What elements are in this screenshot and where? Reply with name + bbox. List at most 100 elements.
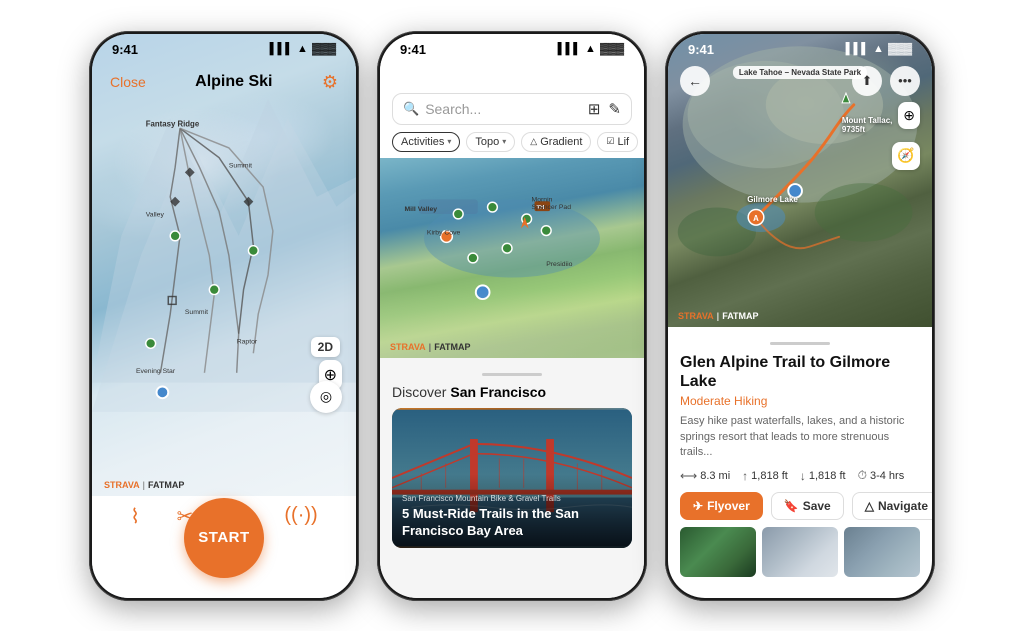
svg-text:Valley: Valley xyxy=(146,211,165,218)
svg-text:Fantasy Ridge: Fantasy Ridge xyxy=(146,119,200,128)
svg-text:Summit: Summit xyxy=(185,309,208,316)
ski-trails-svg: Fantasy Ridge Summit Summit Valley Eveni… xyxy=(92,34,356,496)
layers-button-2[interactable]: ⊕ xyxy=(898,102,920,129)
save-label: Save xyxy=(803,499,831,513)
route-icon[interactable]: ⌇ xyxy=(130,504,140,529)
phone-alpine-ski: 9:41 ▌▌▌ ▲ ▓▓▓ Close Alpine Ski ⚙ xyxy=(89,31,359,601)
fatmap-label-1: FATMAP xyxy=(148,480,184,490)
trail-card-overlay: San Francisco Mountain Bike & Gravel Tra… xyxy=(392,474,632,548)
back-button[interactable]: ← xyxy=(680,66,710,96)
trail-thumb-3[interactable] xyxy=(844,527,920,577)
signal-icon-2: ▌▌▌ xyxy=(558,43,581,55)
svg-text:Summit: Summit xyxy=(229,162,252,169)
phone3-info: Glen Alpine Trail to Gilmore Lake Modera… xyxy=(668,327,932,598)
svg-text:Evening Star: Evening Star xyxy=(136,367,176,374)
topo-filter[interactable]: Topo ▾ xyxy=(466,132,515,152)
wifi-signal-icon[interactable]: ((·)) xyxy=(284,504,317,529)
elevation-gain-icon: ↑ xyxy=(742,469,748,483)
trail-thumb-1[interactable] xyxy=(680,527,756,577)
drag-handle-3[interactable] xyxy=(770,342,830,345)
activities-arrow: ▾ xyxy=(447,137,451,146)
elevation-loss-icon: ↓ xyxy=(800,469,806,483)
layers-icon[interactable]: ⊞ xyxy=(588,100,601,118)
logo-divider-2: | xyxy=(429,342,432,352)
strava-label-3: STRAVA xyxy=(678,311,714,321)
phone-san-francisco: 9:41 ▌▌▌ ▲ ▓▓▓ 🔍 Search... ⊞ ✎ xyxy=(377,31,647,601)
phone1-header: Close Alpine Ski ⚙ xyxy=(92,34,356,101)
phone2-header: 🔍 Search... ⊞ ✎ Activities ▾ Topo ▾ xyxy=(380,61,644,158)
svg-text:Spencer Pad: Spencer Pad xyxy=(532,204,572,211)
strava-fatmap-logo-1: STRAVA | FATMAP xyxy=(104,480,184,490)
phone-glen-alpine: 9:41 ▌▌▌ ▲ ▓▓▓ xyxy=(665,31,935,601)
search-bar[interactable]: 🔍 Search... ⊞ ✎ xyxy=(392,93,632,125)
phone3-map[interactable]: A Mount Tallac, 9735ft Gilmore Lake STRA… xyxy=(668,34,932,327)
stat-elevation-loss: ↓ 1,818 ft xyxy=(800,468,846,483)
strava-fatmap-logo-2: STRAVA | FATMAP xyxy=(390,342,471,352)
search-input[interactable]: Search... xyxy=(425,101,582,117)
compass-button[interactable]: 🧭 xyxy=(892,142,920,170)
sf-map[interactable]: TH Mill Valley Mornin Spencer Pad Kirby … xyxy=(380,158,644,358)
time-icon: ⏱ xyxy=(858,468,867,483)
trail-thumbnails xyxy=(680,527,920,577)
navigate-button[interactable]: △ Navigate xyxy=(852,492,932,520)
wifi-icon-3: ▲ xyxy=(873,43,884,55)
screenshot-container: 9:41 ▌▌▌ ▲ ▓▓▓ Close Alpine Ski ⚙ xyxy=(0,0,1024,631)
fatmap-label-3: FATMAP xyxy=(722,311,758,321)
svg-text:Raptor: Raptor xyxy=(237,338,258,345)
gear-icon[interactable]: ⚙ xyxy=(322,72,338,93)
gradient-filter[interactable]: △ Gradient xyxy=(521,132,591,152)
close-button[interactable]: Close xyxy=(110,74,146,90)
svg-text:Kirby Cove: Kirby Cove xyxy=(427,229,461,236)
status-bar-3: 9:41 ▌▌▌ ▲ ▓▓▓ xyxy=(668,34,932,61)
navigate-label: Navigate xyxy=(878,499,928,513)
status-icons-2: ▌▌▌ ▲ ▓▓▓ xyxy=(558,43,624,55)
discover-city: San Francisco xyxy=(450,384,546,400)
filter-row: Activities ▾ Topo ▾ △ Gradient ☑ Lif xyxy=(392,132,632,152)
more-button[interactable]: ••• xyxy=(890,66,920,96)
trail-thumb-2[interactable] xyxy=(762,527,838,577)
svg-text:Presidiio: Presidiio xyxy=(546,260,572,267)
flyover-button[interactable]: ✈ Flyover xyxy=(680,492,763,520)
peak-elevation: 9735ft xyxy=(842,125,893,134)
stat-elevation-gain: ↑ 1,818 ft xyxy=(742,468,788,483)
ski-map[interactable]: Fantasy Ridge Summit Summit Valley Eveni… xyxy=(92,34,356,496)
activities-filter[interactable]: Activities ▾ xyxy=(392,132,460,152)
svg-text:A: A xyxy=(753,214,759,223)
fatmap-label-2: FATMAP xyxy=(434,342,470,352)
topo-arrow: ▾ xyxy=(502,137,506,146)
battery-icon-2: ▓▓▓ xyxy=(600,43,624,55)
gain-value: 1,818 ft xyxy=(751,470,788,482)
phone1-bottom-controls: ⌇ ✂ ♡ ((·)) START xyxy=(92,496,356,598)
loss-value: 1,818 ft xyxy=(809,470,846,482)
distance-icon: ⟷ xyxy=(680,469,697,483)
ski-map-background: Fantasy Ridge Summit Summit Valley Eveni… xyxy=(92,34,356,496)
trail-stats: ⟷ 8.3 mi ↑ 1,818 ft ↓ 1,818 ft ⏱ 3-4 hrs xyxy=(680,468,920,483)
time-value: 3-4 hrs xyxy=(870,470,904,482)
discover-prefix: Discover xyxy=(392,384,450,400)
drag-handle[interactable] xyxy=(482,373,542,376)
start-button[interactable]: START xyxy=(184,498,264,578)
card-title: 5 Must-Ride Trails in the San Francisco … xyxy=(402,506,622,540)
search-icon: 🔍 xyxy=(403,101,419,117)
sf-map-background: TH Mill Valley Mornin Spencer Pad Kirby … xyxy=(380,158,644,358)
svg-text:Mill Valley: Mill Valley xyxy=(404,206,437,213)
action-buttons: ✈ Flyover 🔖 Save △ Navigate ↓ xyxy=(680,491,920,521)
bookmark-icon: 🔖 xyxy=(784,499,799,513)
save-button[interactable]: 🔖 Save xyxy=(771,492,844,520)
layers-filter[interactable]: ☑ Lif xyxy=(597,132,638,152)
sf-map-svg: TH Mill Valley Mornin Spencer Pad Kirby … xyxy=(380,158,644,358)
trail-description: Easy hike past waterfalls, lakes, and a … xyxy=(680,414,920,460)
signal-icon-3: ▌▌▌ xyxy=(846,43,869,55)
battery-icon-3: ▓▓▓ xyxy=(888,43,912,55)
svg-text:Mornin: Mornin xyxy=(532,196,553,203)
status-icons-3: ▌▌▌ ▲ ▓▓▓ xyxy=(846,43,912,55)
location-badge: Lake Tahoe – Nevada State Park xyxy=(733,66,867,79)
wifi-icon-2: ▲ xyxy=(585,43,596,55)
lake-label: Gilmore Lake xyxy=(747,195,798,204)
location-button[interactable]: ◎ xyxy=(310,381,342,413)
trail-card[interactable]: San Francisco Mountain Bike & Gravel Tra… xyxy=(392,408,632,548)
strava-label-1: STRAVA xyxy=(104,480,140,490)
logo-divider-3: | xyxy=(717,311,720,321)
edit-icon[interactable]: ✎ xyxy=(608,100,621,118)
badge-2d[interactable]: 2D xyxy=(311,337,340,357)
